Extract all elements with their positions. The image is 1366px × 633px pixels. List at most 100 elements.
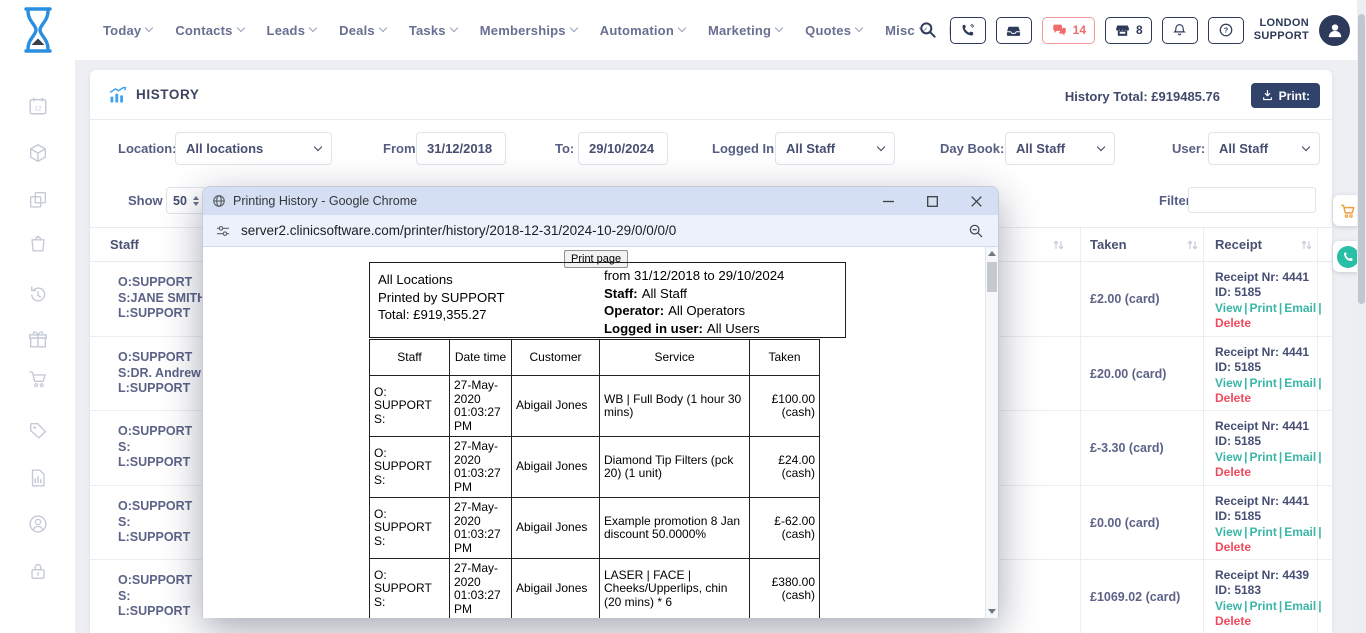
page-scrollbar[interactable] (1357, 0, 1366, 633)
hourglass-icon (20, 5, 56, 55)
logged-in-select[interactable]: All Staff (775, 132, 895, 165)
chevron-down-icon (1097, 142, 1105, 150)
popup-scrollbar[interactable] (985, 247, 998, 618)
page-title: HISTORY (136, 87, 199, 102)
cart-icon (27, 368, 49, 390)
phone-button[interactable] (950, 17, 986, 44)
sidebar-item-products[interactable] (27, 142, 49, 164)
delete-link[interactable]: Delete (1215, 391, 1324, 406)
email-link[interactable]: Email (1284, 376, 1316, 390)
receipt-number: Receipt Nr: 4441 (1215, 270, 1324, 285)
scrollbar-thumb[interactable] (987, 262, 997, 292)
view-link[interactable]: View (1215, 599, 1242, 613)
to-date-input[interactable]: 29/10/2024 (578, 132, 668, 165)
email-link[interactable]: Email (1284, 525, 1316, 539)
address-bar[interactable]: server2.clinicsoftware.com/printer/histo… (203, 215, 998, 247)
print-link[interactable]: Print (1250, 525, 1277, 539)
print-link[interactable]: Print (1250, 376, 1277, 390)
print-button[interactable]: Print: (1251, 83, 1320, 108)
help-button[interactable]: ? (1208, 17, 1244, 44)
delete-link[interactable]: Delete (1215, 316, 1324, 331)
nav-item-deals[interactable]: Deals (339, 23, 386, 38)
maximize-button[interactable] (910, 187, 954, 215)
sidebar-item-account[interactable] (27, 513, 49, 535)
chevron-down-icon (236, 24, 244, 32)
print-link[interactable]: Print (1250, 450, 1277, 464)
link-separator: | (1318, 301, 1321, 315)
staff-cell: O:SUPPORTS:L:SUPPORT (118, 499, 192, 546)
summary-left: All Locations Printed by SUPPORT Total: … (378, 271, 505, 324)
history-total: History Total: £919485.76 (1065, 89, 1220, 104)
url-text[interactable]: server2.clinicsoftware.com/printer/histo… (241, 223, 676, 238)
nav-item-automation[interactable]: Automation (600, 23, 685, 38)
delete-link[interactable]: Delete (1215, 540, 1324, 555)
chat-button[interactable]: 14 (1042, 17, 1095, 44)
search-icon[interactable] (918, 20, 938, 40)
calendar-icon: 12 (27, 95, 49, 117)
report-icon (27, 467, 49, 489)
nav-item-today[interactable]: Today (103, 23, 152, 38)
page-scrollbar-thumb[interactable] (1358, 14, 1365, 304)
email-link[interactable]: Email (1284, 450, 1316, 464)
column-header-receipt[interactable]: Receipt (1215, 237, 1262, 252)
scroll-down-arrow[interactable] (988, 609, 996, 614)
store-icon (1114, 23, 1131, 38)
chevron-down-icon (145, 24, 153, 32)
sidebar-item-history[interactable] (27, 283, 49, 305)
view-link[interactable]: View (1215, 450, 1242, 464)
sidebar-item-gifts[interactable] (27, 328, 49, 350)
sidebar-item-lock[interactable] (27, 560, 49, 582)
sidebar-item-tags[interactable] (27, 420, 49, 442)
nav-item-leads[interactable]: Leads (267, 23, 317, 38)
nav-item-quotes[interactable]: Quotes (805, 23, 862, 38)
nav-item-marketing[interactable]: Marketing (708, 23, 782, 38)
nav-item-memberships[interactable]: Memberships (480, 23, 577, 38)
sidebar-item-bookings[interactable] (27, 232, 49, 254)
zoom-icon[interactable] (968, 223, 984, 239)
person-icon (1325, 20, 1345, 40)
column-header-staff[interactable]: Staff (110, 237, 139, 252)
location-select[interactable]: All locations (175, 132, 332, 165)
col-customer: Customer (512, 340, 600, 376)
scroll-up-arrow[interactable] (988, 251, 996, 256)
sidebar-item-reports[interactable] (27, 467, 49, 489)
chevron-down-icon (570, 24, 578, 32)
close-button[interactable] (954, 187, 998, 215)
summary-staff: Staff:All Staff (604, 285, 784, 303)
from-label: From: (383, 141, 420, 156)
from-date-input[interactable]: 31/12/2018 (416, 132, 506, 165)
nav-item-contacts[interactable]: Contacts (175, 23, 243, 38)
delete-link[interactable]: Delete (1215, 465, 1324, 480)
sidebar-item-calendar[interactable]: 12 (27, 95, 49, 117)
sidebar-item-copy[interactable] (27, 189, 49, 211)
user-value: All Staff (1219, 141, 1268, 156)
email-link[interactable]: Email (1284, 599, 1316, 613)
filter-input[interactable] (1188, 187, 1316, 213)
sidebar-item-cart[interactable] (27, 368, 49, 390)
view-link[interactable]: View (1215, 301, 1242, 315)
print-link[interactable]: Print (1250, 301, 1277, 315)
receipt-cell: Receipt Nr: 4441 ID: 5185 View|Print|Ema… (1215, 419, 1324, 480)
chat-count-badge: 14 (1073, 23, 1086, 37)
nav-item-tasks[interactable]: Tasks (409, 23, 457, 38)
tune-icon[interactable] (215, 223, 231, 239)
page-size-select[interactable]: 50 (166, 187, 206, 214)
view-link[interactable]: View (1215, 525, 1242, 539)
inbox-button[interactable] (996, 17, 1032, 44)
clinicsoftware-logo[interactable] (20, 5, 56, 55)
print-link[interactable]: Print (1250, 599, 1277, 613)
delete-link[interactable]: Delete (1215, 614, 1324, 629)
view-link[interactable]: View (1215, 376, 1242, 390)
minimize-button[interactable] (866, 187, 910, 215)
notifications-button[interactable] (1162, 17, 1198, 44)
chevron-down-icon (678, 24, 686, 32)
window-titlebar[interactable]: Printing History - Google Chrome (203, 187, 998, 215)
email-link[interactable]: Email (1284, 301, 1316, 315)
store-button[interactable]: 8 (1105, 17, 1152, 44)
avatar[interactable] (1319, 15, 1350, 46)
nav-label: Today (103, 23, 141, 38)
summary-operator: Operator:All Operators (604, 302, 784, 320)
column-header-taken[interactable]: Taken (1090, 237, 1127, 252)
day-book-select[interactable]: All Staff (1005, 132, 1115, 165)
user-select[interactable]: All Staff (1208, 132, 1320, 165)
